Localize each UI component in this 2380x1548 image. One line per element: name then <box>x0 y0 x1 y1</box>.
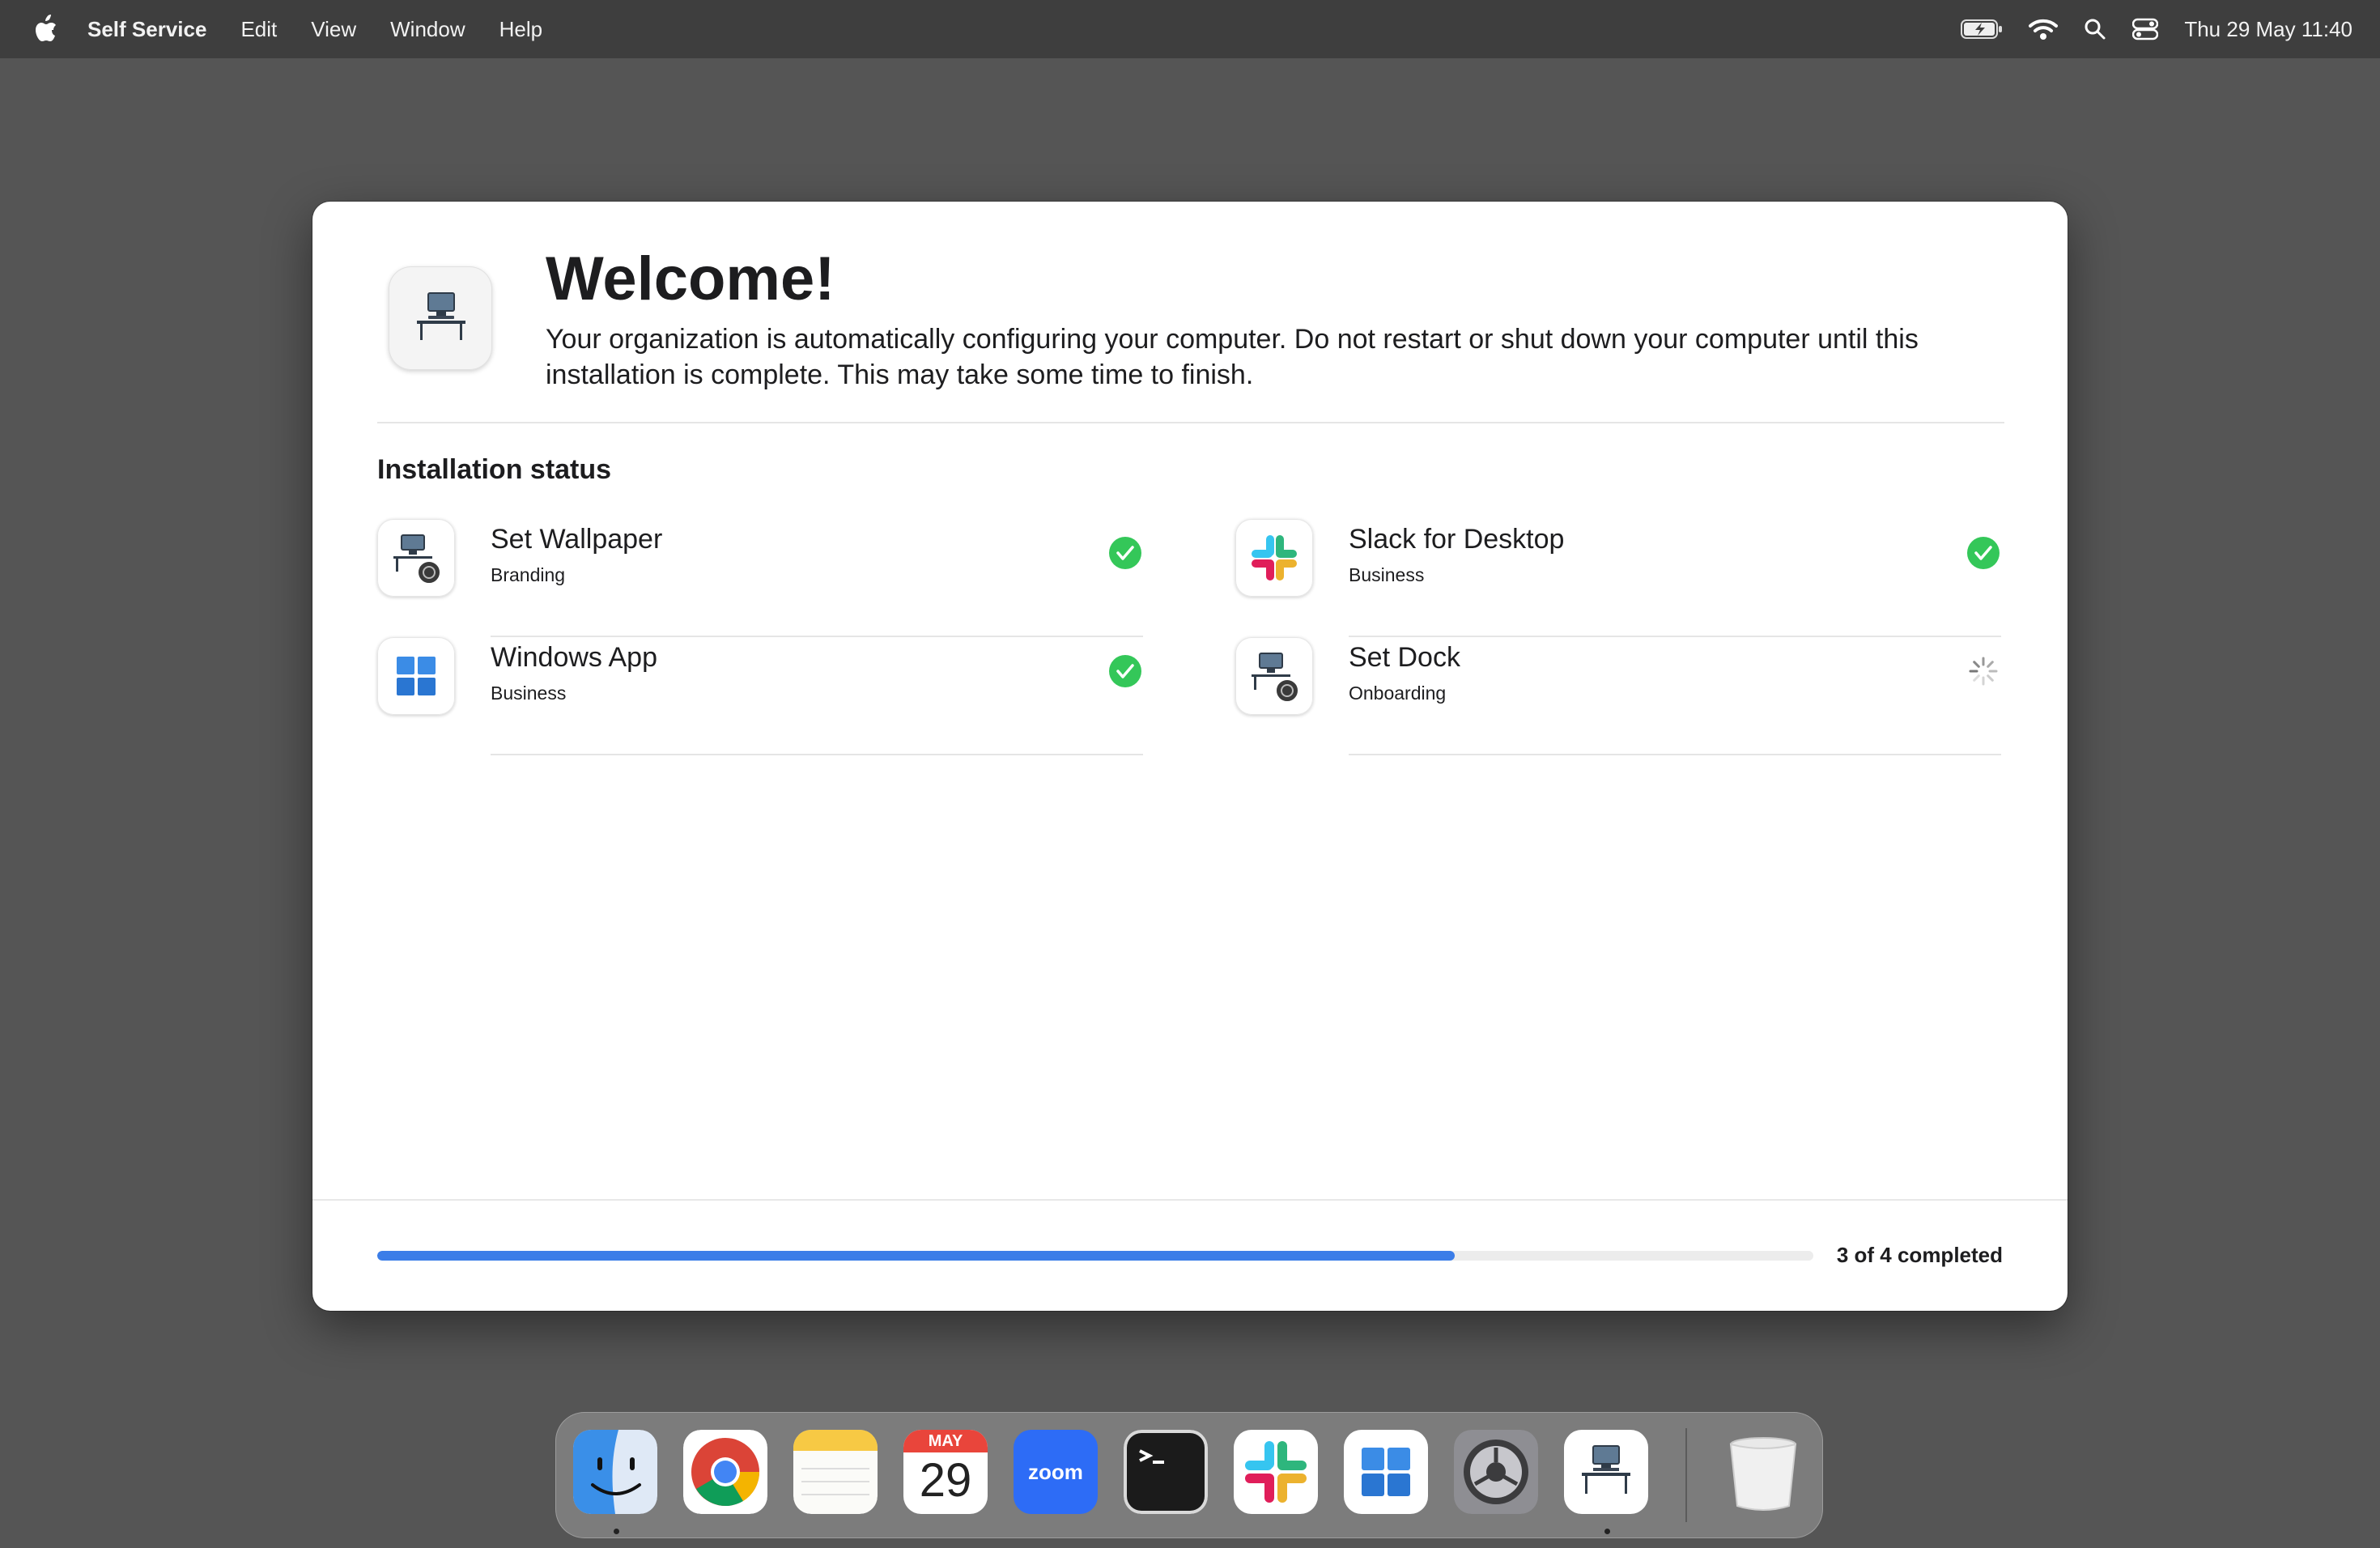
install-item-set-dock: Set Dock Onboarding <box>1235 637 2001 755</box>
windows-app-icon[interactable] <box>1344 1430 1428 1514</box>
dock: MAY 29 zoom <box>555 1412 1823 1538</box>
terminal-icon[interactable] <box>1124 1430 1208 1514</box>
self-service-window: Welcome! Your organization is automatica… <box>312 202 2068 1311</box>
footer-divider <box>312 1199 2068 1201</box>
status-area: Thu 29 May 11:40 <box>1935 0 2352 58</box>
calendar-month: MAY <box>903 1430 988 1452</box>
battery-charging-icon[interactable] <box>1961 19 2003 40</box>
item-name: Slack for Desktop <box>1349 524 1565 555</box>
header-divider <box>377 422 2004 423</box>
notes-icon[interactable] <box>793 1430 878 1514</box>
install-item-slack-for-desktop: Slack for Desktop Business <box>1235 519 2001 637</box>
apple-menu-icon[interactable] <box>32 15 58 44</box>
self-service-config-icon <box>1235 637 1313 715</box>
windows-app-icon <box>377 637 455 715</box>
checkmark-icon <box>1109 537 1141 569</box>
item-category: Business <box>491 683 567 704</box>
dock-separator <box>1685 1428 1687 1522</box>
finder-icon[interactable] <box>573 1430 657 1514</box>
install-item-set-wallpaper: Set Wallpaper Branding <box>377 519 1143 637</box>
menu-edit[interactable]: Edit <box>240 17 277 42</box>
trash-icon[interactable] <box>1721 1430 1805 1514</box>
self-service-config-icon <box>377 519 455 597</box>
zoom-icon[interactable]: zoom <box>1014 1430 1098 1514</box>
item-name: Set Wallpaper <box>491 524 663 555</box>
self-service-app-icon <box>389 266 492 370</box>
item-name: Set Dock <box>1349 642 1460 673</box>
menu-help[interactable]: Help <box>499 17 542 42</box>
calendar-day: 29 <box>919 1454 972 1507</box>
menu-items: Self Service Edit View Window Help <box>87 0 576 58</box>
progress-bar <box>377 1251 1813 1261</box>
menu-app-name[interactable]: Self Service <box>87 17 206 42</box>
item-divider <box>491 754 1143 755</box>
running-indicator <box>1604 1529 1610 1534</box>
zoom-label: zoom <box>1028 1460 1083 1484</box>
menu-bar: Self Service Edit View Window Help Thu 2… <box>0 0 2380 58</box>
slack-icon <box>1235 519 1313 597</box>
spinner-icon <box>1969 657 1998 686</box>
item-divider <box>1349 754 2001 755</box>
item-name: Windows App <box>491 642 657 673</box>
item-category: Business <box>1349 564 1425 585</box>
page-title: Welcome! <box>546 245 835 313</box>
search-icon[interactable] <box>2084 18 2106 40</box>
menu-window[interactable]: Window <box>390 17 465 42</box>
item-category: Onboarding <box>1349 683 1447 704</box>
item-category: Branding <box>491 564 566 585</box>
checkmark-icon <box>1967 537 2000 569</box>
menu-clock[interactable]: Thu 29 May 11:40 <box>2184 17 2352 42</box>
page-subtitle: Your organization is automatically confi… <box>546 324 1919 390</box>
checkmark-icon <box>1109 655 1141 687</box>
chrome-icon[interactable] <box>683 1430 767 1514</box>
progress-label: 3 of 4 completed <box>1836 1243 2003 1267</box>
self-service-icon[interactable] <box>1564 1430 1648 1514</box>
progress-bar-fill <box>377 1251 1455 1261</box>
system-settings-icon[interactable] <box>1454 1430 1538 1514</box>
section-title: Installation status <box>377 454 612 485</box>
menu-view[interactable]: View <box>311 17 356 42</box>
control-center-icon[interactable] <box>2132 18 2159 40</box>
calendar-icon[interactable]: MAY 29 <box>903 1430 988 1514</box>
running-indicator <box>614 1529 619 1534</box>
install-item-windows-app: Windows App Business <box>377 637 1143 755</box>
wifi-icon[interactable] <box>2029 18 2059 40</box>
slack-icon[interactable] <box>1234 1430 1318 1514</box>
